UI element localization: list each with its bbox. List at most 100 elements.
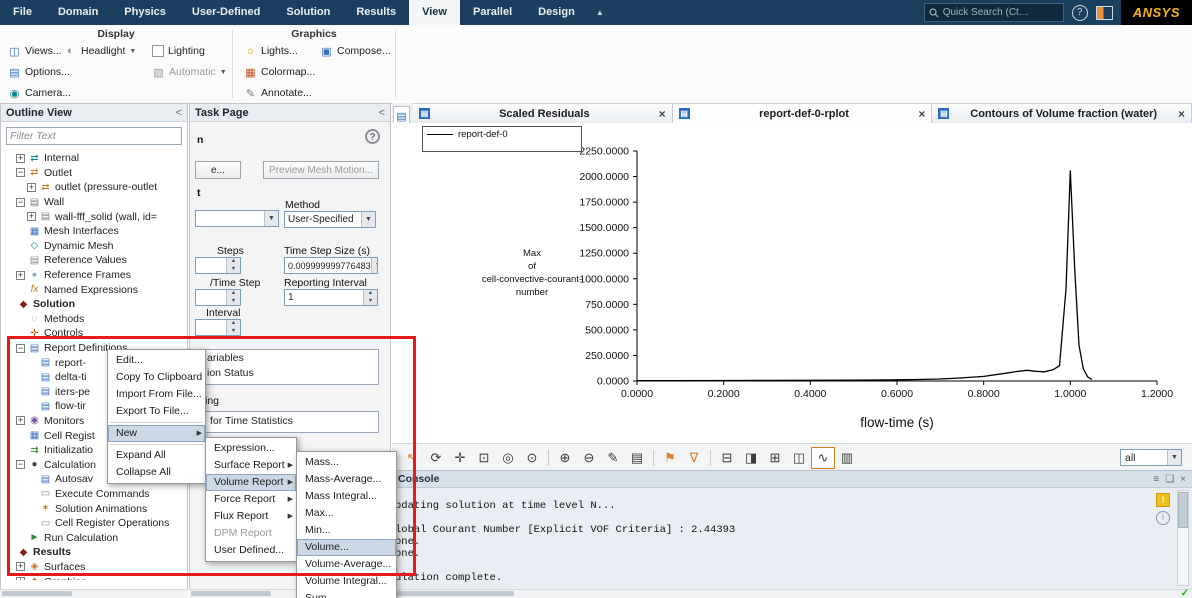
tree-item-wall[interactable]: − ▤ Wall bbox=[1, 195, 186, 210]
expand-icon[interactable]: + bbox=[16, 562, 25, 572]
quick-search-input[interactable]: Quick Search (Ct… bbox=[923, 3, 1064, 22]
snap-tool[interactable]: ⊟ bbox=[715, 447, 739, 469]
solution-status-item[interactable]: ion Status bbox=[204, 366, 378, 380]
spinner-arrows[interactable]: ▲ ▼ bbox=[226, 320, 240, 335]
shade-tool[interactable]: ◨ bbox=[739, 447, 763, 469]
menu-item-new[interactable]: New ▶ bbox=[108, 425, 205, 442]
headlight-button[interactable]: ◐ Headlight ▼ bbox=[64, 43, 136, 59]
lights-button[interactable]: ☼ Lights... bbox=[244, 43, 297, 59]
menu-item-force-report[interactable]: Force Report ▶ bbox=[206, 491, 296, 508]
close-icon[interactable]: × bbox=[659, 107, 666, 121]
type-dropdown[interactable]: ▼ bbox=[195, 210, 279, 227]
tree-item-execute-commands[interactable]: ▭ Execute Commands bbox=[1, 487, 186, 502]
outline-horizontal-scrollbar[interactable] bbox=[0, 589, 188, 598]
console-horizontal-scrollbar[interactable]: ✓ bbox=[392, 588, 1192, 598]
time-statistics-box[interactable]: for Time Statistics bbox=[203, 411, 379, 433]
pan-tool[interactable]: ✛ bbox=[448, 447, 472, 469]
interval-spinner[interactable]: ▲ ▼ bbox=[195, 319, 241, 336]
info-icon[interactable]: i bbox=[1156, 511, 1170, 525]
panel-collapse-icon[interactable]: < bbox=[176, 107, 182, 119]
menubar-tab-user-defined[interactable]: User-Defined bbox=[179, 0, 273, 25]
ribbon-collapse-icon[interactable]: ▲ bbox=[588, 0, 612, 25]
menu-item-mass-average[interactable]: Mass-Average... bbox=[297, 471, 396, 488]
console-close-icon[interactable]: × bbox=[1180, 474, 1186, 485]
menu-item-mass[interactable]: Mass... bbox=[297, 454, 396, 471]
tree-item-solution[interactable]: ◆ Solution bbox=[1, 297, 186, 312]
menu-item-expression[interactable]: Expression... bbox=[206, 440, 296, 457]
tree-item-outlet[interactable]: − ⇄ Outlet bbox=[1, 166, 186, 181]
collapse-icon[interactable]: − bbox=[16, 460, 25, 470]
magnify-tool[interactable]: ◎ bbox=[496, 447, 520, 469]
status-list-box[interactable]: ariables ion Status bbox=[203, 349, 379, 385]
views-button[interactable]: ◫ Views... bbox=[8, 43, 61, 59]
help-icon[interactable]: ? bbox=[1071, 4, 1088, 21]
zoom-window-tool[interactable]: ⊡ bbox=[472, 447, 496, 469]
menu-item-collapse-all[interactable]: Collapse All bbox=[108, 464, 205, 481]
graphics-tab-scaled-residuals[interactable]: ▤ Scaled Residuals × bbox=[413, 103, 673, 123]
compose-button[interactable]: ▣ Compose... bbox=[320, 43, 390, 59]
automatic-dropdown[interactable]: ▨ Automatic ▼ bbox=[152, 64, 226, 80]
annotate-button[interactable]: ✎ Annotate... bbox=[244, 85, 312, 101]
warning-icon[interactable]: ! bbox=[1156, 493, 1170, 507]
expand-icon[interactable]: + bbox=[27, 182, 36, 192]
menu-item-surface-report[interactable]: Surface Report ▶ bbox=[206, 457, 296, 474]
spinner-arrows[interactable]: ▲ ▼ bbox=[226, 258, 240, 273]
tree-item-wall-fff-solid-wall-id[interactable]: + ▤ wall-fff_solid (wall, id= bbox=[1, 209, 186, 224]
probe-tool[interactable]: ✎ bbox=[601, 447, 625, 469]
menu-item-copy-to-clipboard[interactable]: Copy To Clipboard bbox=[108, 369, 205, 386]
rotate-view-tool[interactable]: ⟳ bbox=[424, 447, 448, 469]
variables-item[interactable]: ariables bbox=[204, 350, 378, 366]
bookmark-tool[interactable]: ⚑ bbox=[658, 447, 682, 469]
menubar-tab-solution[interactable]: Solution bbox=[273, 0, 343, 25]
menu-item-min[interactable]: Min... bbox=[297, 522, 396, 539]
tree-item-internal[interactable]: + ⇄ Internal bbox=[1, 151, 186, 166]
tree-item-results[interactable]: ◆ Results bbox=[1, 545, 186, 560]
scrollbar-thumb[interactable] bbox=[191, 591, 271, 596]
console-float-icon[interactable]: ❏ bbox=[1165, 474, 1174, 485]
preview-mesh-motion-button[interactable]: Preview Mesh Motion... bbox=[263, 161, 379, 179]
lighting-checkbox[interactable]: Lighting bbox=[152, 43, 205, 59]
menubar-tab-file[interactable]: File bbox=[0, 0, 45, 25]
tree-item-cell-register-operations[interactable]: ▭ Cell Register Operations bbox=[1, 516, 186, 531]
menu-item-sum[interactable]: Sum... bbox=[297, 590, 396, 598]
tree-item-outlet-pressure-outlet[interactable]: + ⇄ outlet (pressure-outlet bbox=[1, 180, 186, 195]
menu-item-volume[interactable]: Volume... bbox=[297, 539, 396, 556]
steps-spinner[interactable]: ▲ ▼ bbox=[195, 257, 241, 274]
menu-item-import-from-file[interactable]: Import From File... bbox=[108, 386, 205, 403]
options-button[interactable]: ▤ Options... bbox=[8, 64, 70, 80]
plot-tool[interactable]: ∿ bbox=[811, 446, 835, 469]
expand-icon[interactable]: + bbox=[16, 577, 25, 580]
menu-item-export-to-file[interactable]: Export To File... bbox=[108, 403, 205, 420]
menu-item-volume-average[interactable]: Volume-Average... bbox=[297, 556, 396, 573]
graphics-tab-report-def-0-rplot[interactable]: ▤ report-def-0-rplot × bbox=[672, 103, 933, 123]
checkbox-icon[interactable] bbox=[152, 45, 164, 57]
camera-button[interactable]: ◉ Camera... bbox=[8, 85, 71, 101]
collapse-icon[interactable]: − bbox=[16, 168, 25, 178]
tree-item-reference-frames[interactable]: + ⌖ Reference Frames bbox=[1, 268, 186, 283]
grid-tool[interactable]: ⊞ bbox=[763, 447, 787, 469]
layout-panel-icon[interactable] bbox=[1095, 5, 1113, 20]
plot-canvas[interactable]: 0.0000 250.0000 500.0000 750.0000 1000.0000 1… bbox=[392, 123, 1192, 443]
report-tool[interactable]: ▥ bbox=[835, 447, 859, 469]
iterations-spinner[interactable]: ▲ ▼ bbox=[195, 289, 241, 306]
tree-item-surfaces[interactable]: + ◈ Surfaces bbox=[1, 560, 186, 575]
collapse-icon[interactable]: − bbox=[16, 343, 25, 353]
scrollbar-thumb[interactable] bbox=[2, 591, 72, 596]
spinner-arrows[interactable]: ▲ ▼ bbox=[226, 290, 240, 305]
menubar-tab-domain[interactable]: Domain bbox=[45, 0, 111, 25]
scrollbar-thumb[interactable] bbox=[1178, 492, 1188, 528]
tree-item-mesh-interfaces[interactable]: ▦ Mesh Interfaces bbox=[1, 224, 186, 239]
menu-item-user-defined[interactable]: User Defined... bbox=[206, 542, 296, 559]
collapse-icon[interactable]: − bbox=[16, 197, 25, 207]
menubar-tab-parallel[interactable]: Parallel bbox=[460, 0, 525, 25]
tree-item-reference-values[interactable]: ▤ Reference Values bbox=[1, 253, 186, 268]
tree-item-controls[interactable]: ✛ Controls bbox=[1, 326, 186, 341]
menu-item-volume-integral[interactable]: Volume Integral... bbox=[297, 573, 396, 590]
menubar-tab-physics[interactable]: Physics bbox=[111, 0, 179, 25]
scrollbar-thumb[interactable] bbox=[394, 591, 514, 596]
menubar-tab-view[interactable]: View bbox=[409, 0, 460, 25]
tree-item-dynamic-mesh[interactable]: ◇ Dynamic Mesh bbox=[1, 239, 186, 254]
menu-item-volume-report[interactable]: Volume Report ▶ bbox=[206, 474, 296, 491]
time-step-size-input[interactable]: 0.009999999776483▼ bbox=[284, 257, 378, 274]
expand-icon[interactable]: + bbox=[16, 153, 25, 163]
